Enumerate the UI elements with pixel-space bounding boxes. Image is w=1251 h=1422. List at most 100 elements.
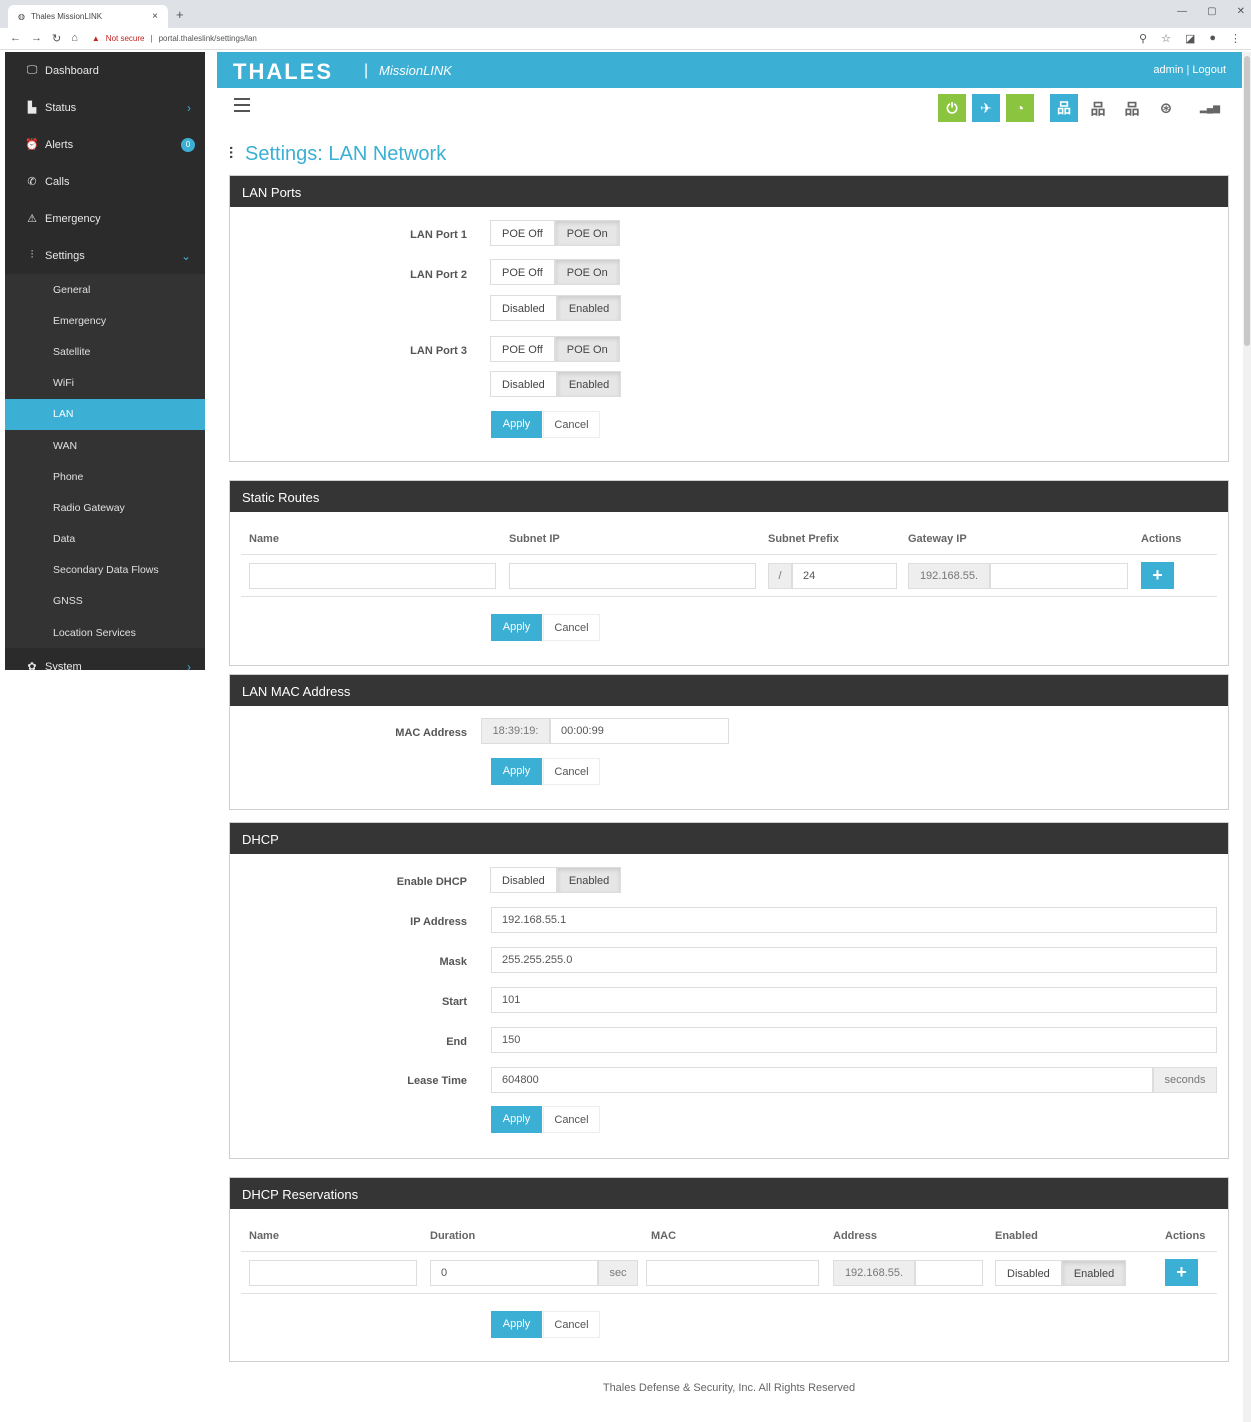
sidebar-sub-emergency[interactable]: Emergency [5,305,205,337]
sidebar-sub-secondary-data-flows[interactable]: Secondary Data Flows [5,554,205,586]
end-input[interactable]: 150 [491,1027,1217,1053]
cancel-button[interactable]: Cancel [543,614,600,641]
lan-network-icon[interactable]: 品 [1050,94,1078,122]
add-route-button[interactable]: + [1141,562,1174,589]
mask-input[interactable]: 255.255.255.0 [491,947,1217,973]
account-icon[interactable]: ● [1209,32,1216,45]
lan-port-3-label: LAN Port 3 [410,345,467,357]
page-scrollbar[interactable] [1243,52,1251,1422]
disabled-button[interactable]: Disabled [490,371,557,397]
sidebar-item-dashboard[interactable]: 🖵 Dashboard [5,52,205,89]
lease-time-input[interactable]: 604800 [491,1067,1153,1093]
signal-icon[interactable]: ▂▄▆ [1196,94,1224,122]
gateway-ip-input[interactable] [990,563,1128,589]
extension-icon[interactable]: ◪ [1185,32,1195,45]
sidebar-item-status[interactable]: ▙ Status › [5,89,205,126]
route-name-input[interactable] [249,563,496,589]
user-logout-link[interactable]: admin | Logout [1153,64,1226,76]
column-header: Gateway IP [908,533,967,545]
chevron-right-icon: › [187,100,191,115]
sidebar-item-settings[interactable]: ⫶ Settings ⌄ [5,237,205,274]
new-tab-button[interactable]: + [176,7,184,22]
zoom-icon[interactable]: ⚲ [1139,32,1147,45]
hamburger-menu-icon[interactable] [234,98,250,112]
subnet-ip-input[interactable] [509,563,756,589]
sidebar-sub-location-services[interactable]: Location Services [5,617,205,649]
sidebar-sub-general[interactable]: General [5,274,205,306]
ip-address-input[interactable]: 192.168.55.1 [491,907,1217,933]
phone-icon: ✆ [27,176,37,188]
chevron-right-icon: › [187,659,191,670]
sidebar-sub-wan[interactable]: WAN [5,429,205,462]
maximize-icon[interactable]: ▢ [1207,6,1216,17]
browser-tab[interactable]: ◍ Thales MissionLINK × [8,5,168,28]
forward-icon[interactable]: → [31,32,42,45]
column-header: Subnet Prefix [768,533,839,545]
subnet-prefix-input[interactable]: 24 [792,563,897,589]
poe-on-button[interactable]: POE On [554,220,620,246]
address-input[interactable] [915,1260,983,1286]
sidebar-item-calls[interactable]: ✆ Calls [5,163,205,200]
column-header: Actions [1141,533,1182,545]
back-icon[interactable]: ← [10,32,21,45]
poe-on-button[interactable]: POE On [554,259,620,285]
column-header: Address [833,1230,878,1242]
network-icon[interactable]: 品 [1084,94,1112,122]
cancel-button[interactable]: Cancel [543,411,600,438]
mac-address-input[interactable]: 00:00:99 [550,718,729,744]
power-icon[interactable]: ⏻ [938,94,966,122]
minimize-icon[interactable]: — [1177,6,1187,17]
antenna-icon[interactable]: ✈ [972,94,1000,122]
apply-button[interactable]: Apply [491,411,542,438]
address-bar[interactable]: ▲ Not secure | portal.thaleslink/setting… [92,34,257,43]
sidebar-sub-lan[interactable]: LAN [5,398,205,430]
sidebar-item-emergency[interactable]: ⚠ Emergency [5,200,205,237]
poe-off-button[interactable]: POE Off [490,259,555,285]
duration-input[interactable]: 0 [430,1260,598,1286]
sidebar-sub-wifi[interactable]: WiFi [5,367,205,399]
apply-button[interactable]: Apply [491,1106,542,1133]
cancel-button[interactable]: Cancel [543,1106,600,1133]
poe-on-button[interactable]: POE On [554,336,620,362]
panel-title: LAN Ports [230,176,1228,207]
sidebar-item-alerts[interactable]: ⏰ Alerts 0 [5,126,205,163]
globe-icon[interactable]: ⊛ [1152,94,1180,122]
start-input[interactable]: 101 [491,987,1217,1013]
poe-off-button[interactable]: POE Off [490,336,555,362]
wifi-icon[interactable]: ◔ [1006,94,1034,122]
enabled-button[interactable]: Enabled [556,867,622,893]
add-reservation-button[interactable]: + [1165,1259,1198,1286]
network-alt-icon[interactable]: 品 [1118,94,1146,122]
apply-button[interactable]: Apply [491,1311,542,1338]
sidebar-item-system[interactable]: ✿ System › [5,648,205,670]
sidebar-sub-data[interactable]: Data [5,523,205,555]
poe-off-button[interactable]: POE Off [490,220,555,246]
reservation-name-input[interactable] [249,1260,417,1286]
gear-icon: ✿ [27,661,37,670]
apply-button[interactable]: Apply [491,758,542,785]
close-window-icon[interactable]: ✕ [1237,6,1245,17]
disabled-button[interactable]: Disabled [995,1260,1062,1286]
enabled-button[interactable]: Enabled [556,371,622,397]
reload-icon[interactable]: ↻ [52,32,61,45]
close-tab-icon[interactable]: × [152,11,158,22]
menu-dots-icon[interactable]: ⋮ [1230,32,1241,45]
reservation-enable-toggle: Disabled Enabled [995,1260,1127,1286]
sidebar-sub-radio-gateway[interactable]: Radio Gateway [5,492,205,524]
scrollbar-thumb[interactable] [1244,56,1250,346]
disabled-button[interactable]: Disabled [490,295,557,321]
security-label: Not secure [105,34,145,43]
cancel-button[interactable]: Cancel [543,758,600,785]
star-icon[interactable]: ☆ [1161,32,1171,45]
apply-button[interactable]: Apply [491,614,542,641]
sidebar-sub-gnss[interactable]: GNSS [5,585,205,618]
enabled-button[interactable]: Enabled [1061,1260,1127,1286]
cancel-button[interactable]: Cancel [543,1311,600,1338]
home-icon[interactable]: ⌂ [71,32,78,45]
sidebar-sub-phone[interactable]: Phone [5,461,205,493]
sidebar-sub-satellite[interactable]: Satellite [5,336,205,368]
mac-input[interactable] [646,1260,819,1286]
disabled-button[interactable]: Disabled [490,867,557,893]
warning-icon: ⚠ [27,213,37,225]
enabled-button[interactable]: Enabled [556,295,622,321]
